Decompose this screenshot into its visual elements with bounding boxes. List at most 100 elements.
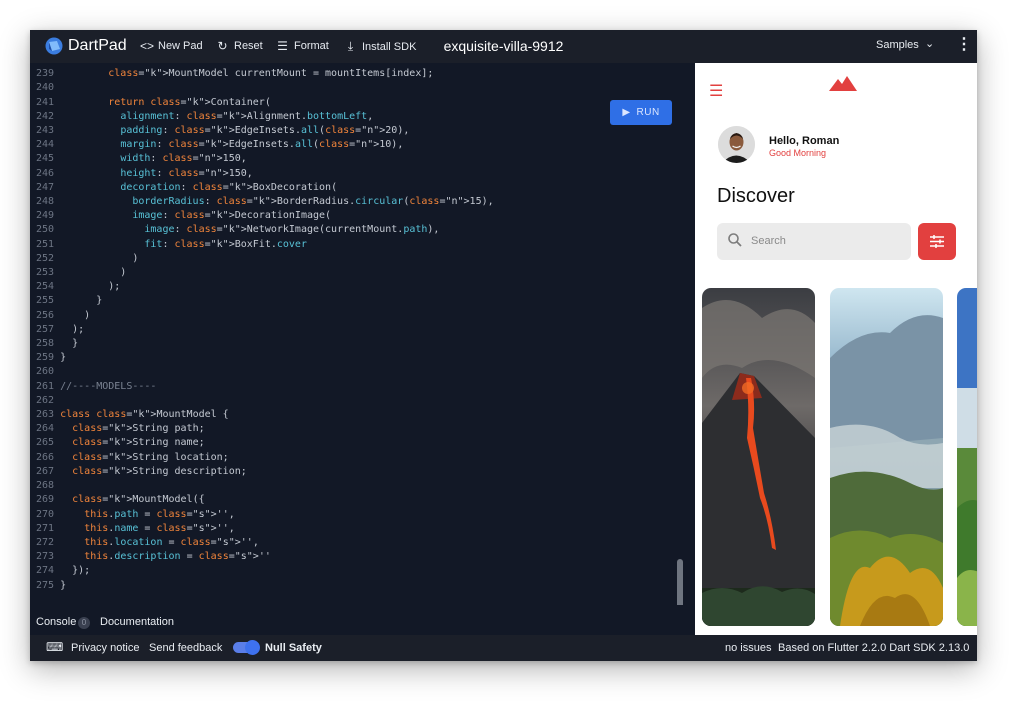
code-line[interactable]: 248 borderRadius: class="k">BorderRadius…: [36, 196, 482, 207]
code-line[interactable]: 254 );: [36, 281, 120, 292]
menu-icon[interactable]: ☰: [709, 81, 723, 101]
code-line[interactable]: 251 fit: class="k">BoxFit.cover: [36, 239, 307, 250]
line-code: }: [60, 338, 79, 350]
dart-logo-icon: [45, 37, 63, 55]
line-code: borderRadius: class="k">BorderRadius: [132, 196, 350, 208]
line-number: 242: [36, 110, 55, 122]
search-icon: [728, 233, 742, 247]
code-line[interactable]: 259 }: [36, 352, 66, 363]
line-code: }: [60, 352, 67, 364]
code-line[interactable]: 240: [36, 82, 60, 93]
code-line[interactable]: 268: [36, 480, 60, 491]
code-line[interactable]: 265 class="k">String name;: [36, 437, 205, 448]
samples-dropdown[interactable]: Samples: [876, 39, 919, 51]
search-field[interactable]: Search: [717, 223, 911, 260]
console-tab[interactable]: Console: [36, 616, 76, 628]
code-line[interactable]: 250 image: class="k">NetworkImage(curren…: [36, 224, 439, 235]
code-line[interactable]: 275 }: [36, 580, 66, 591]
line-code: padding: class="k">EdgeInsets: [120, 125, 295, 137]
line-code: margin: class="k">EdgeInsets: [120, 139, 289, 151]
code-line[interactable]: 239 class="k">MountModel currentMount = …: [36, 68, 433, 79]
download-icon: ⤓: [347, 39, 354, 53]
install-sdk-button[interactable]: ⤓ Install SDK: [344, 39, 417, 54]
line-number: 239: [36, 68, 55, 80]
avatar[interactable]: [718, 126, 755, 163]
reset-label: Reset: [234, 40, 263, 52]
code-line[interactable]: 253 ): [36, 267, 126, 278]
code-line[interactable]: 247 decoration: class="k">BoxDecoration(: [36, 182, 337, 193]
code-line[interactable]: 242 alignment: class="k">Alignment.botto…: [36, 111, 373, 122]
line-code: );: [60, 281, 121, 293]
filter-button[interactable]: [918, 223, 956, 260]
code-editor[interactable]: 238 239 class="k">MountModel currentMoun…: [30, 63, 695, 603]
privacy-notice-link[interactable]: Privacy notice: [71, 642, 139, 654]
run-button[interactable]: ▶ RUN: [610, 100, 672, 125]
code-line[interactable]: 244 margin: class="k">EdgeInsets.all(cla…: [36, 139, 391, 150]
line-number: 272: [36, 536, 55, 548]
line-code: width: class="n">150: [120, 153, 241, 165]
more-vert-icon[interactable]: ⋮: [956, 34, 972, 54]
line-number: 260: [36, 366, 55, 378]
code-line[interactable]: 249 image: class="k">DecorationImage(: [36, 210, 331, 221]
line-number: 250: [36, 224, 55, 236]
code-line[interactable]: 271 this.name = class="s">'',: [36, 523, 235, 534]
line-code: return class="k">Container: [108, 96, 265, 108]
code-line[interactable]: 260: [36, 366, 60, 377]
line-code: this.location = class="s">'': [84, 536, 253, 548]
code-line[interactable]: 241 return class="k">Container(: [36, 97, 271, 108]
line-code: ): [60, 252, 139, 264]
documentation-tab[interactable]: Documentation: [100, 616, 174, 628]
keyboard-icon[interactable]: ⌨: [46, 640, 63, 654]
line-number: 273: [36, 551, 55, 563]
volcano-image: [702, 288, 815, 626]
code-line[interactable]: 263 class class="k">MountModel {: [36, 409, 229, 420]
code-line[interactable]: 266 class="k">String location;: [36, 452, 229, 463]
format-button[interactable]: ☰ Format: [276, 39, 329, 53]
mountain-card-highland[interactable]: [830, 288, 943, 626]
line-number: 263: [36, 409, 55, 421]
send-feedback-link[interactable]: Send feedback: [149, 642, 222, 654]
code-line[interactable]: 258 }: [36, 338, 78, 349]
code-line[interactable]: 262: [36, 395, 60, 406]
code-line[interactable]: 252 ): [36, 253, 138, 264]
toggle-knob: [245, 640, 260, 655]
code-line[interactable]: 273 this.description = class="s">'': [36, 551, 271, 562]
line-code: this.path = class="s">'': [84, 508, 229, 520]
code-line[interactable]: 246 height: class="n">150,: [36, 168, 253, 179]
line-number: 258: [36, 338, 55, 350]
code-line[interactable]: 272 this.location = class="s">'',: [36, 537, 259, 548]
line-code: //----MODELS----: [60, 380, 157, 392]
line-number: 254: [36, 281, 55, 293]
new-pad-button[interactable]: <> New Pad: [140, 39, 203, 53]
code-line[interactable]: 243 padding: class="k">EdgeInsets.all(cl…: [36, 125, 397, 136]
line-number: 249: [36, 210, 55, 222]
line-number: 265: [36, 437, 55, 449]
mountain-logo-icon: [829, 76, 857, 91]
line-code: this.description = class="s">'': [84, 551, 271, 563]
code-line[interactable]: 264 class="k">String path;: [36, 423, 205, 434]
search-placeholder: Search: [751, 235, 786, 247]
line-code: class="k">String: [72, 423, 169, 435]
line-number: 256: [36, 309, 55, 321]
null-safety-toggle[interactable]: [233, 640, 260, 655]
mountain-card-green[interactable]: [957, 288, 977, 626]
chevron-down-icon[interactable]: ⌄: [925, 37, 934, 50]
mountain-card-volcano[interactable]: [702, 288, 815, 626]
code-line[interactable]: 257 );: [36, 324, 84, 335]
line-number: 248: [36, 196, 55, 208]
line-number: 270: [36, 508, 55, 520]
mountain-image: [830, 288, 943, 626]
line-code: fit: class="k">BoxFit: [144, 238, 271, 250]
code-line[interactable]: 270 this.path = class="s">'',: [36, 509, 235, 520]
code-line[interactable]: 245 width: class="n">150,: [36, 153, 247, 164]
status-bar: ⌨ Privacy notice Send feedback Null Safe…: [30, 635, 977, 661]
code-line[interactable]: 255 }: [36, 295, 102, 306]
line-number: 267: [36, 465, 55, 477]
code-line[interactable]: 274 });: [36, 565, 90, 576]
code-line[interactable]: 261 //----MODELS----: [36, 381, 156, 392]
code-line[interactable]: 256 ): [36, 310, 90, 321]
line-number: 271: [36, 522, 55, 534]
reset-button[interactable]: ↻ Reset: [216, 39, 263, 53]
code-line[interactable]: 269 class="k">MountModel({: [36, 494, 205, 505]
code-line[interactable]: 267 class="k">String description;: [36, 466, 247, 477]
